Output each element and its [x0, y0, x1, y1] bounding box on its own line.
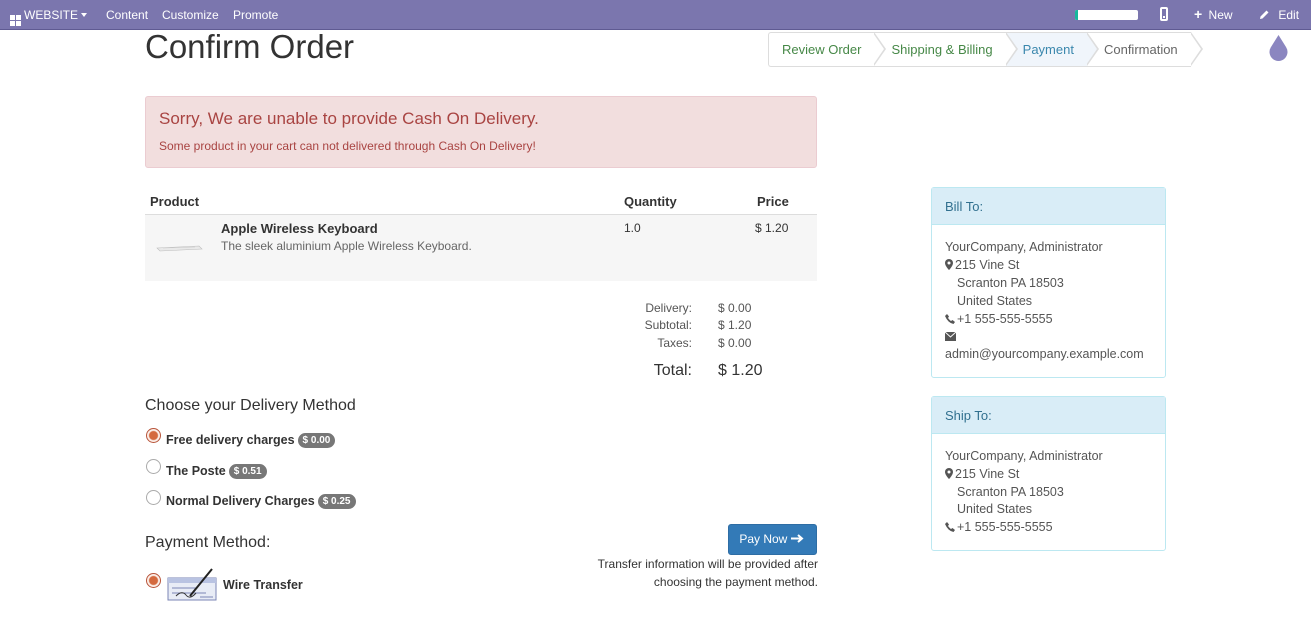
cod-unavailable-alert: Sorry, We are unable to provide Cash On …	[145, 96, 817, 168]
new-button[interactable]: + New	[1194, 6, 1233, 22]
bill-to-panel: Bill To: YourCompany, Administrator 215 …	[931, 187, 1166, 378]
delivery-option-label: The Poste	[166, 464, 226, 478]
new-button-label: New	[1208, 8, 1233, 22]
ship-to-phone-line: +1 555-555-5555	[945, 520, 1053, 534]
price-badge: $ 0.00	[297, 433, 336, 448]
product-name[interactable]: Apple Wireless Keyboard	[221, 221, 378, 236]
payment-info-line-2: choosing the payment method.	[653, 575, 818, 589]
customize-menu[interactable]: Customize	[162, 8, 219, 22]
pay-now-button[interactable]: Pay Now	[728, 524, 817, 555]
payment-method-heading: Payment Method:	[145, 534, 271, 551]
ship-to-name: YourCompany, Administrator	[945, 449, 1103, 463]
wizard-step-review-order[interactable]: Review Order	[769, 32, 887, 66]
taxes-label: Taxes:	[657, 336, 692, 350]
delivery-option-label: Normal Delivery Charges	[166, 494, 315, 508]
wizard-step-payment: Payment	[1005, 32, 1099, 66]
pay-now-label: Pay Now	[739, 532, 788, 546]
progress-fill	[1075, 10, 1079, 20]
delivery-method-heading: Choose your Delivery Method	[145, 397, 356, 414]
alert-message: Some product in your cart can not delive…	[159, 139, 536, 153]
plus-icon: +	[1194, 6, 1203, 22]
column-header-product: Product	[150, 194, 200, 209]
delivery-value: $ 0.00	[718, 301, 752, 315]
wizard-step-label: Confirmation	[1103, 42, 1178, 57]
seo-progress-bar	[1075, 10, 1138, 20]
payment-option-wire-transfer[interactable]: Wire Transfer	[223, 578, 303, 592]
map-marker-icon	[945, 259, 953, 270]
droplet-icon	[1269, 35, 1288, 61]
column-header-price: Price	[757, 194, 789, 209]
ship-to-city: Scranton PA 18503	[957, 485, 1064, 499]
bill-to-phone: +1 555-555-5555	[957, 312, 1053, 326]
wizard-step-label: Shipping & Billing	[891, 42, 993, 57]
ship-to-country: United States	[957, 502, 1033, 516]
product-price: $ 1.20	[755, 221, 789, 235]
bill-to-name: YourCompany, Administrator	[945, 240, 1103, 254]
bill-to-phone-line: +1 555-555-5555	[945, 312, 1053, 326]
cheque-icon	[167, 568, 217, 601]
edit-button[interactable]: Edit	[1259, 8, 1299, 22]
payment-radio-wire-transfer[interactable]	[146, 573, 161, 588]
content-menu[interactable]: Content	[106, 8, 148, 22]
delivery-option-label: Free delivery charges	[166, 433, 295, 447]
wizard-step-label: Review Order	[782, 42, 862, 57]
bill-to-country: United States	[957, 294, 1033, 308]
column-header-quantity: Quantity	[624, 194, 677, 209]
step-arrow	[1085, 32, 1099, 66]
price-badge: $ 0.25	[317, 494, 356, 509]
delivery-option-normal[interactable]: Normal Delivery Charges $ 0.25	[166, 494, 356, 509]
promote-menu[interactable]: Promote	[233, 8, 278, 22]
step-arrow	[1004, 32, 1018, 66]
wizard-step-label: Payment	[1022, 42, 1074, 57]
ship-to-street: 215 Vine St	[955, 467, 1020, 481]
delivery-radio-poste[interactable]	[146, 459, 161, 474]
ship-to-panel: Ship To: YourCompany, Administrator 215 …	[931, 396, 1166, 551]
total-label: Total:	[653, 362, 692, 379]
apps-grid-icon	[10, 15, 21, 26]
ship-to-phone: +1 555-555-5555	[957, 520, 1053, 534]
alert-heading: Sorry, We are unable to provide Cash On …	[159, 109, 539, 128]
caret-down-icon	[81, 13, 88, 17]
bill-to-heading: Bill To:	[932, 188, 1165, 225]
map-marker-icon	[945, 468, 953, 479]
subtotal-value: $ 1.20	[718, 318, 752, 332]
phone-icon	[945, 314, 955, 324]
price-badge: $ 0.51	[228, 464, 267, 479]
ship-to-heading: Ship To:	[932, 397, 1165, 434]
product-quantity: 1.0	[624, 221, 641, 235]
keyboard-product-image[interactable]	[155, 243, 203, 253]
website-menu[interactable]: WEBSITE	[10, 8, 88, 26]
bill-to-email-line	[945, 329, 958, 343]
delivery-label: Delivery:	[645, 301, 692, 315]
bill-to-street-line: 215 Vine St	[945, 258, 1019, 272]
bill-to-city: Scranton PA 18503	[957, 276, 1064, 290]
delivery-option-free[interactable]: Free delivery charges $ 0.00	[166, 433, 336, 448]
table-row: Apple Wireless Keyboard The sleek alumin…	[145, 215, 817, 281]
ship-to-street-line: 215 Vine St	[945, 467, 1019, 481]
step-arrow	[873, 32, 887, 66]
phone-icon	[945, 522, 955, 532]
subtotal-label: Subtotal:	[644, 318, 692, 332]
payment-info-line-1: Transfer information will be provided af…	[597, 557, 818, 571]
delivery-radio-free[interactable]	[146, 428, 161, 443]
bill-to-email: admin@yourcompany.example.com	[945, 347, 1144, 361]
wizard-step-confirmation: Confirmation	[1087, 32, 1203, 66]
page-title: Confirm Order	[145, 28, 355, 65]
bill-to-street: 215 Vine St	[955, 258, 1020, 272]
product-description: The sleek aluminium Apple Wireless Keybo…	[221, 239, 472, 253]
website-menu-label: WEBSITE	[24, 8, 79, 22]
arrow-right-icon	[790, 534, 804, 543]
taxes-value: $ 0.00	[718, 336, 752, 350]
edit-button-label: Edit	[1278, 8, 1300, 22]
website-admin-bar: WEBSITE Content Customize Promote + New …	[0, 0, 1311, 30]
step-arrow	[1189, 32, 1203, 66]
envelope-icon	[945, 332, 956, 341]
delivery-option-poste[interactable]: The Poste $ 0.51	[166, 464, 267, 479]
total-value: $ 1.20	[718, 362, 763, 379]
delivery-radio-normal[interactable]	[146, 490, 161, 505]
mobile-preview-icon[interactable]	[1160, 7, 1168, 21]
pencil-icon	[1260, 10, 1269, 19]
checkout-wizard: Review Order Shipping & Billing Payment …	[768, 32, 1203, 67]
wizard-step-shipping-billing[interactable]: Shipping & Billing	[874, 32, 1018, 66]
